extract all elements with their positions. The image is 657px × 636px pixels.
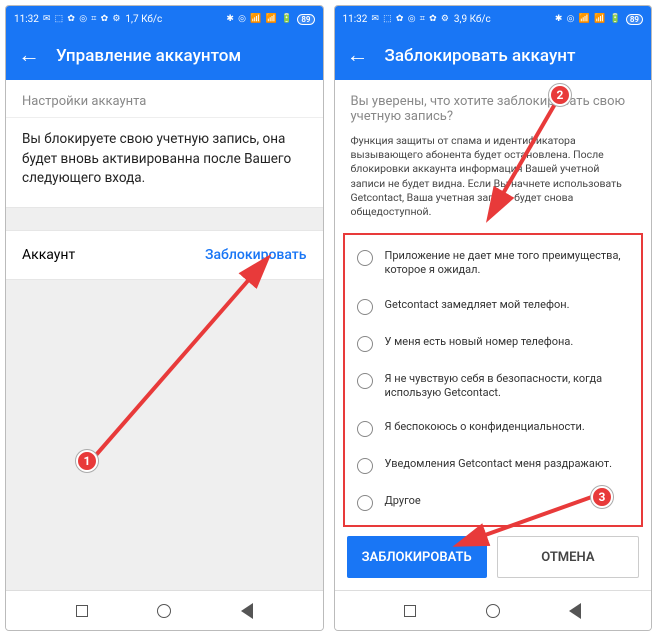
status-notif-icons: ✉ ⬚ ✿ ◎ ⌗ ✿ ⚙ — [371, 14, 450, 24]
nav-recent-icon[interactable] — [76, 605, 88, 617]
nav-home-icon[interactable] — [486, 604, 500, 618]
block-button[interactable]: ЗАБЛОКИРОВАТЬ — [347, 536, 487, 578]
step-badge-2: 2 — [549, 84, 571, 106]
reason-option[interactable]: Уведомления Getcontact меня раздражают. — [351, 447, 636, 484]
info-block: Вы блокируете свою учетную запись, она б… — [6, 118, 323, 208]
radio-icon[interactable] — [357, 373, 373, 389]
nav-recent-icon[interactable] — [404, 605, 416, 617]
nav-back-icon[interactable] — [569, 603, 581, 619]
radio-icon[interactable] — [357, 250, 373, 266]
confirm-question: Вы уверены, что хотите заблокировать сво… — [335, 80, 652, 130]
radio-icon[interactable] — [357, 458, 373, 474]
reason-label: У меня есть новый номер телефона. — [385, 335, 574, 349]
status-speed: 1,7 Кб/с — [125, 14, 162, 25]
radio-icon[interactable] — [357, 299, 373, 315]
status-notif-icons: ✉ ⬚ ✿ ◎ ⌗ ✿ ⚙ — [43, 14, 122, 24]
section-label: Настройки аккаунта — [6, 80, 323, 118]
reason-label: Уведомления Getcontact меня раздражают. — [385, 457, 613, 471]
account-row: Аккаунт Заблокировать — [6, 230, 323, 280]
info-small-text: Функция защиты от спама и идентификатора… — [335, 130, 652, 231]
status-sys-icons: ✱ ◎ 📶 📶 🔋 — [555, 14, 622, 24]
content-area: Настройки аккаунта Вы блокируете свою уч… — [6, 80, 323, 590]
android-nav-bar — [335, 590, 652, 630]
reason-option[interactable]: У меня есть новый номер телефона. — [351, 325, 636, 362]
status-bar: 11:32 ✉ ⬚ ✿ ◎ ⌗ ✿ ⚙ 1,7 Кб/с ✱ ◎ 📶 📶 🔋 8… — [6, 6, 323, 32]
status-time: 11:32 — [14, 14, 39, 25]
page-title: Управление аккаунтом — [56, 46, 241, 66]
status-sys-icons: ✱ ◎ 📶 📶 🔋 — [226, 14, 293, 24]
reason-label: Я беспокоюсь о конфиденциальности. — [385, 420, 585, 434]
reason-label: Getcontact замедляет мой телефон. — [385, 298, 570, 312]
reasons-list: Приложение не дает мне того преимущества… — [343, 233, 644, 527]
step-badge-3: 3 — [591, 486, 613, 508]
reason-option[interactable]: Приложение не дает мне того преимущества… — [351, 239, 636, 288]
page-title: Заблокировать аккаунт — [385, 46, 576, 66]
reason-option[interactable]: Getcontact замедляет мой телефон. — [351, 288, 636, 325]
account-label: Аккаунт — [22, 247, 75, 263]
battery-icon: 89 — [297, 14, 314, 25]
block-link[interactable]: Заблокировать — [205, 247, 307, 263]
reason-option[interactable]: Я беспокоюсь о конфиденциальности. — [351, 410, 636, 447]
app-bar: ← Заблокировать аккаунт — [335, 32, 652, 80]
radio-icon[interactable] — [357, 336, 373, 352]
phone-left: 11:32 ✉ ⬚ ✿ ◎ ⌗ ✿ ⚙ 1,7 Кб/с ✱ ◎ 📶 📶 🔋 8… — [5, 5, 324, 631]
status-speed: 3,9 Кб/с — [454, 14, 491, 25]
reason-label: Я не чувствую себя в безопасности, когда… — [385, 372, 630, 401]
reason-label: Другое — [385, 494, 421, 508]
back-arrow-icon[interactable]: ← — [18, 45, 40, 67]
nav-home-icon[interactable] — [157, 604, 171, 618]
cancel-button[interactable]: ОТМЕНА — [497, 536, 639, 578]
app-bar: ← Управление аккаунтом — [6, 32, 323, 80]
reason-label: Приложение не дает мне того преимущества… — [385, 249, 630, 278]
back-arrow-icon[interactable]: ← — [347, 45, 369, 67]
nav-back-icon[interactable] — [241, 603, 253, 619]
step-badge-1: 1 — [76, 450, 98, 472]
reason-option[interactable]: Я не чувствую себя в безопасности, когда… — [351, 362, 636, 411]
phone-right: 11:32 ✉ ⬚ ✿ ◎ ⌗ ✿ ⚙ 3,9 Кб/с ✱ ◎ 📶 📶 🔋 8… — [334, 5, 653, 631]
battery-icon: 89 — [626, 14, 643, 25]
status-bar: 11:32 ✉ ⬚ ✿ ◎ ⌗ ✿ ⚙ 3,9 Кб/с ✱ ◎ 📶 📶 🔋 8… — [335, 6, 652, 32]
status-time: 11:32 — [343, 14, 368, 25]
button-row: ЗАБЛОКИРОВАТЬ ОТМЕНА — [347, 536, 640, 578]
radio-icon[interactable] — [357, 495, 373, 511]
content-area: Вы уверены, что хотите заблокировать сво… — [335, 80, 652, 590]
android-nav-bar — [6, 590, 323, 630]
radio-icon[interactable] — [357, 421, 373, 437]
